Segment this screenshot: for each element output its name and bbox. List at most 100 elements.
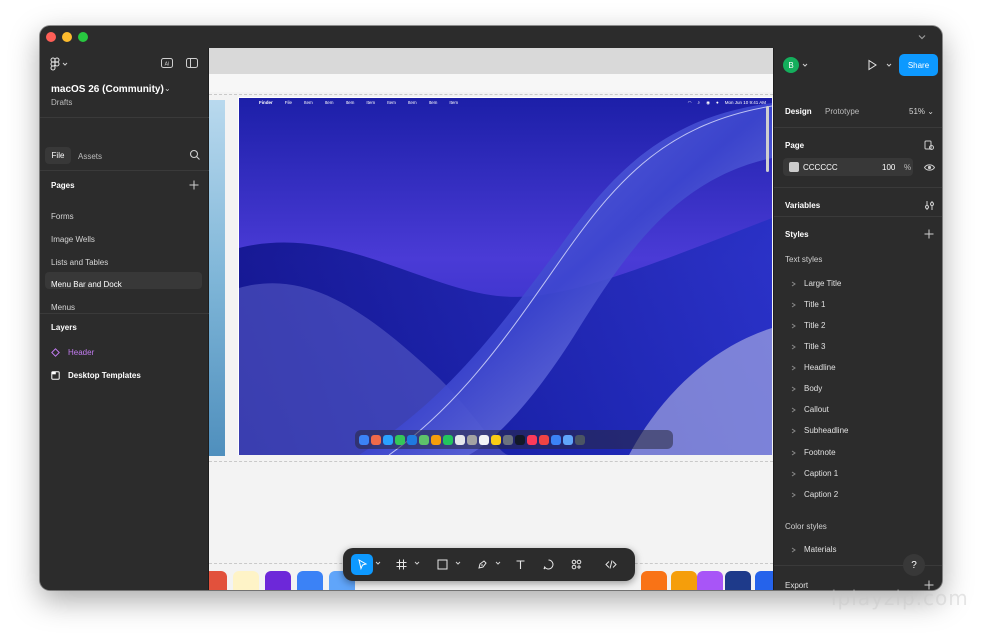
text-style-item[interactable]: Headline xyxy=(791,363,836,372)
add-page-icon[interactable] xyxy=(189,180,199,190)
menubar-item: Item xyxy=(324,100,334,105)
pages-heading: Pages xyxy=(51,181,75,190)
dev-mode-toggle[interactable] xyxy=(598,554,624,575)
chevron-down-icon[interactable] xyxy=(802,62,808,68)
project-title[interactable]: macOS 26 (Community) xyxy=(51,84,164,95)
layer-row[interactable]: Desktop Templates xyxy=(51,371,141,380)
text-style-item[interactable]: Subheadline xyxy=(791,426,848,435)
frame-tool[interactable] xyxy=(390,554,412,575)
app-icon xyxy=(725,571,751,590)
chevron-down-icon[interactable] xyxy=(495,560,501,566)
avatar[interactable]: B xyxy=(783,57,799,73)
page-settings-icon[interactable] xyxy=(924,140,935,151)
chevron-down-icon[interactable] xyxy=(455,560,461,566)
tab-file[interactable]: File xyxy=(45,147,71,164)
page-item[interactable]: Forms xyxy=(51,212,74,221)
chevron-right-icon xyxy=(791,302,796,307)
text-style-item[interactable]: Footnote xyxy=(791,448,836,457)
chevron-right-icon xyxy=(791,428,796,433)
text-style-item[interactable]: Title 2 xyxy=(791,321,826,330)
shape-tool[interactable] xyxy=(431,554,453,575)
app-icon xyxy=(671,571,697,590)
layers-heading: Layers xyxy=(51,323,77,332)
calendar-icon xyxy=(455,434,465,445)
fill-hex-value[interactable]: CCCCCC xyxy=(803,163,838,172)
contacts-icon xyxy=(467,434,477,445)
zoom-window-button[interactable] xyxy=(78,32,88,42)
trash-icon xyxy=(575,434,585,445)
text-tool[interactable] xyxy=(509,554,531,575)
tab-assets[interactable]: Assets xyxy=(78,152,102,161)
project-location[interactable]: Drafts xyxy=(51,98,72,107)
macos-dock xyxy=(355,430,673,449)
tab-prototype[interactable]: Prototype xyxy=(825,107,859,116)
page-item[interactable]: Lists and Tables xyxy=(51,258,108,267)
close-window-button[interactable] xyxy=(46,32,56,42)
page-item[interactable]: Menu Bar and Dock xyxy=(51,280,122,289)
divider xyxy=(774,216,942,217)
minimize-window-button[interactable] xyxy=(62,32,72,42)
chevron-right-icon xyxy=(791,365,796,370)
toggle-sidebar-icon[interactable] xyxy=(185,57,199,69)
code-icon xyxy=(605,560,617,569)
text-style-item[interactable]: Callout xyxy=(791,405,829,414)
photos-app-icon xyxy=(641,571,667,590)
app-icon xyxy=(209,571,227,590)
left-panel: AI macOS 26 (Community) ⌄ Drafts File As… xyxy=(40,48,209,590)
tab-design[interactable]: Design xyxy=(785,107,812,116)
canvas-scrollbar[interactable] xyxy=(766,106,769,172)
color-style-item[interactable]: Materials xyxy=(791,545,836,554)
figma-logo-icon xyxy=(50,57,60,71)
canvas[interactable]: Finder File Item Item Item Item Item Ite… xyxy=(209,48,773,590)
menubar-item: Finder xyxy=(259,100,273,105)
main-menu-button[interactable] xyxy=(50,57,72,71)
cursor-icon xyxy=(357,559,367,570)
chevron-down-icon[interactable]: ⌄ xyxy=(164,84,171,93)
menubar-clock: Mon Jun 10 9:41 AM xyxy=(724,100,766,105)
layer-label: Desktop Templates xyxy=(68,371,141,380)
text-style-item[interactable]: Caption 1 xyxy=(791,469,838,478)
chevron-down-icon[interactable] xyxy=(414,560,420,566)
notes-icon xyxy=(491,434,501,445)
help-button[interactable]: ? xyxy=(903,554,925,576)
zoom-level[interactable]: 51% ⌄ xyxy=(909,107,934,116)
eye-icon[interactable] xyxy=(924,162,935,173)
text-icon xyxy=(516,560,524,569)
comment-tool[interactable] xyxy=(537,554,559,575)
color-swatch[interactable] xyxy=(789,162,799,172)
chevron-down-icon[interactable] xyxy=(375,560,381,566)
page-item[interactable]: Menus xyxy=(51,303,75,312)
chevron-down-icon[interactable] xyxy=(916,31,928,43)
layer-row[interactable]: Header xyxy=(51,348,94,357)
divider xyxy=(774,187,942,188)
mail-icon xyxy=(407,434,417,445)
page-item[interactable]: Image Wells xyxy=(51,235,95,244)
export-section-heading: Export xyxy=(785,581,809,590)
bottom-toolbar xyxy=(343,548,635,581)
text-style-item[interactable]: Large Title xyxy=(791,279,841,288)
text-style-item[interactable]: Title 1 xyxy=(791,300,826,309)
search-icon[interactable] xyxy=(189,149,201,161)
text-styles-heading: Text styles xyxy=(785,255,823,264)
app-icon xyxy=(755,571,773,590)
actions-tool[interactable] xyxy=(565,554,587,575)
fill-opacity-value[interactable]: 100 xyxy=(882,163,895,172)
ai-assistant-icon[interactable]: AI xyxy=(160,57,174,69)
chevron-down-icon[interactable] xyxy=(886,62,892,68)
text-style-item[interactable]: Title 3 xyxy=(791,342,826,351)
divider xyxy=(40,117,209,118)
menubar-item: Item xyxy=(366,100,376,105)
add-style-icon[interactable] xyxy=(924,229,934,239)
text-style-item[interactable]: Caption 2 xyxy=(791,490,838,499)
photos-icon xyxy=(431,434,441,445)
variables-settings-icon[interactable] xyxy=(924,200,935,211)
pen-tool[interactable] xyxy=(471,554,493,575)
rectangle-icon xyxy=(437,559,447,570)
section-boundary xyxy=(209,94,773,95)
chevron-right-icon xyxy=(791,407,796,412)
share-button[interactable]: Share xyxy=(899,54,938,76)
present-play-icon[interactable] xyxy=(866,59,878,71)
tv-icon xyxy=(515,434,525,445)
text-style-item[interactable]: Body xyxy=(791,384,822,393)
move-tool[interactable] xyxy=(351,554,373,575)
